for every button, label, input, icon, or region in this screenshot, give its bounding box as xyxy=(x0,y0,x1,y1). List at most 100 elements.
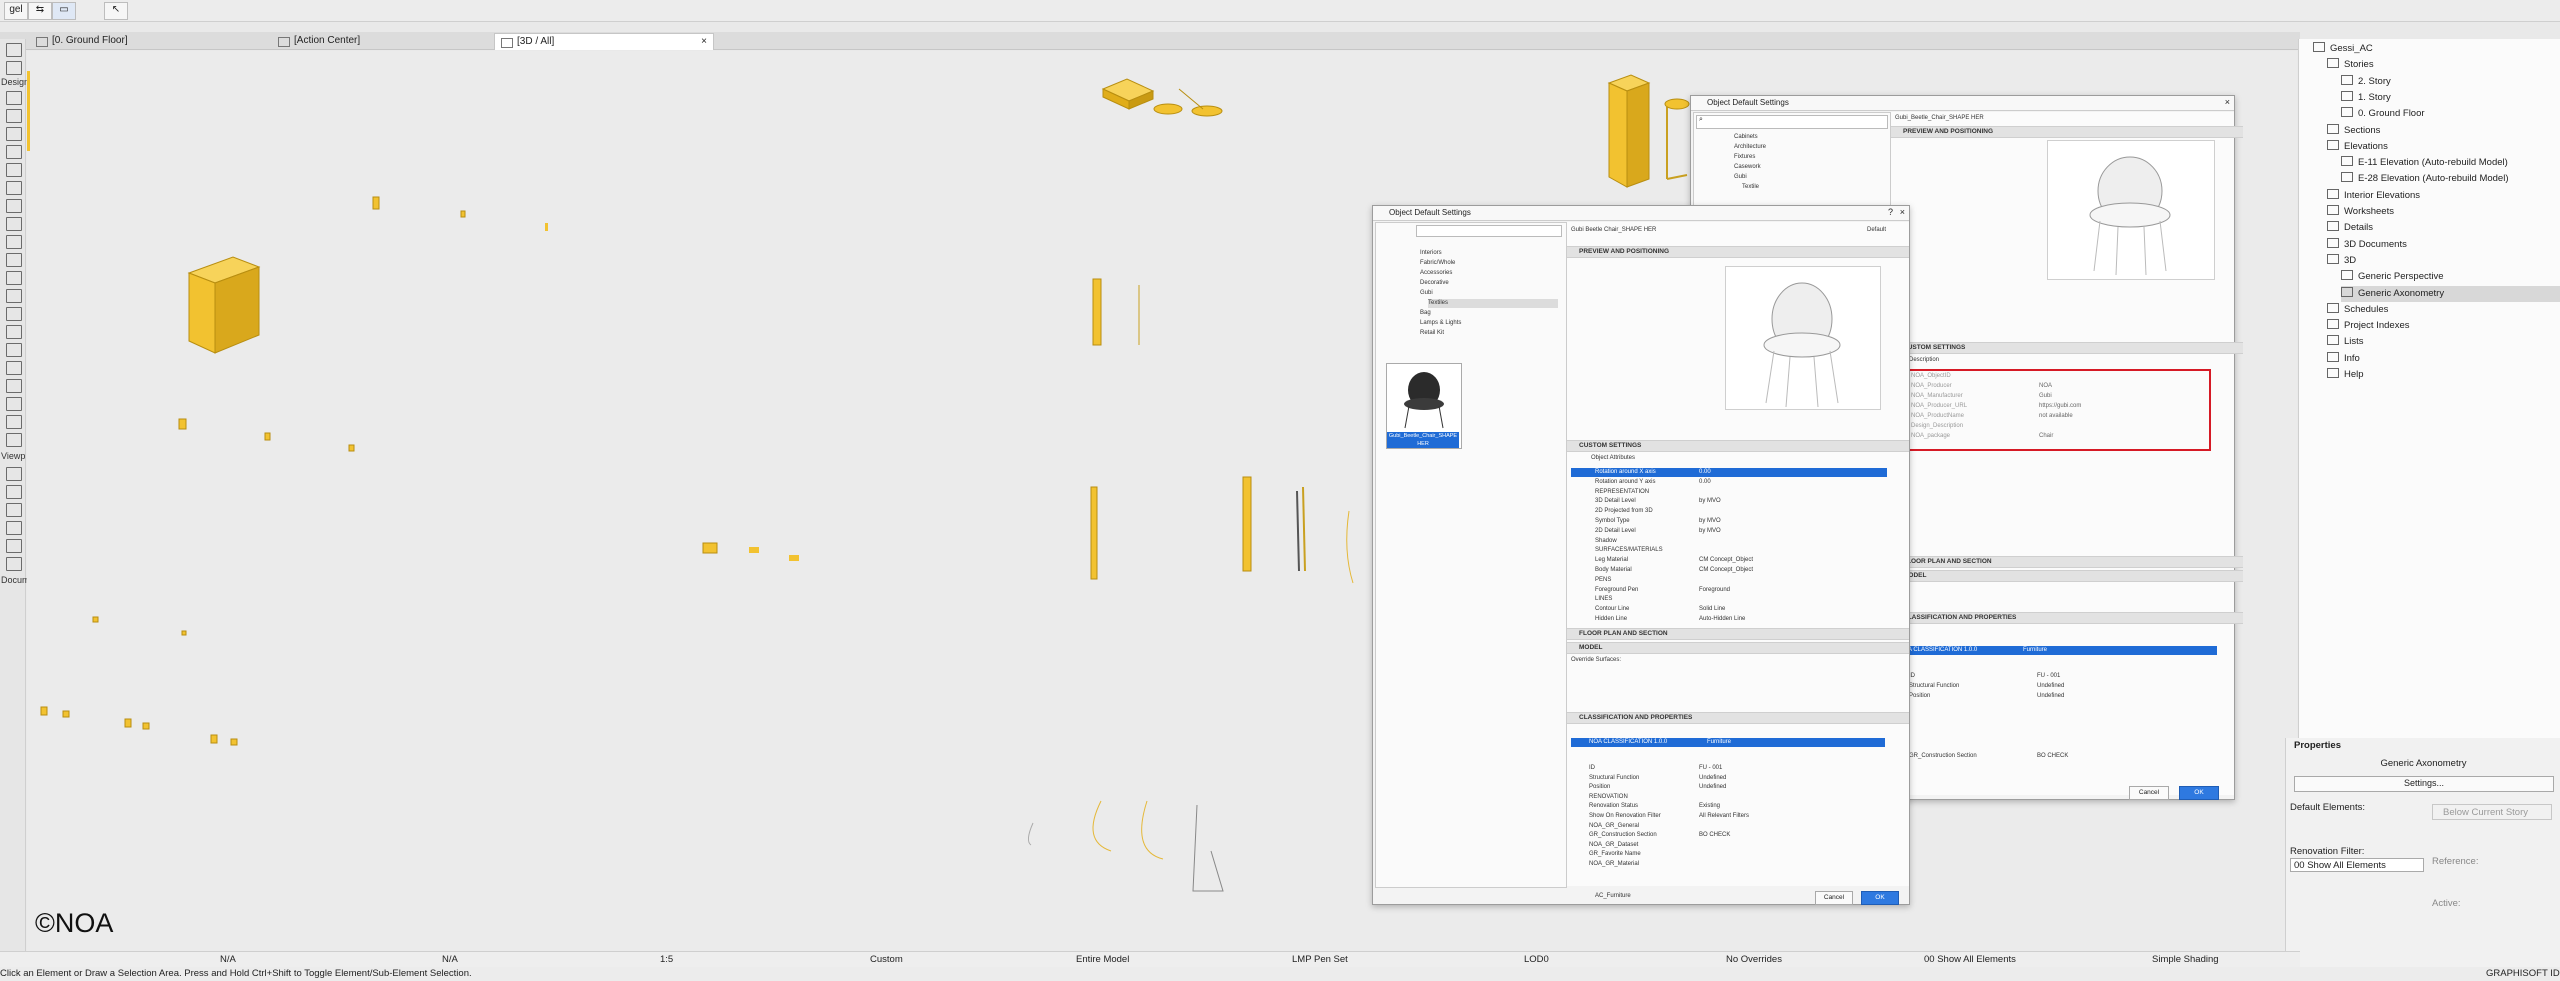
model-view[interactable]: Entire Model xyxy=(1076,954,1129,965)
navigator-item[interactable]: Elevations xyxy=(2327,139,2560,155)
navigator-item[interactable]: 3D Documents xyxy=(2327,237,2560,253)
section-preview[interactable]: PREVIEW AND POSITIONING xyxy=(1567,246,1909,258)
pen-set[interactable]: LMP Pen Set xyxy=(1292,954,1348,965)
library-item[interactable]: Retail Kit xyxy=(1420,329,1444,338)
slab-tool-icon[interactable] xyxy=(6,145,22,159)
wall-tool-icon[interactable] xyxy=(6,91,22,105)
navigator-item[interactable]: Lists xyxy=(2327,334,2560,350)
library-search-input[interactable]: ⌕ xyxy=(1696,115,1888,129)
library-item[interactable]: Textiles xyxy=(1428,299,1558,308)
library-item[interactable]: Cabinets xyxy=(1734,133,1758,142)
library-item[interactable]: Decorative xyxy=(1420,279,1449,288)
navigator-item[interactable]: Project Indexes xyxy=(2327,318,2560,334)
class-row[interactable]: Position Undefined xyxy=(1909,692,2064,701)
library-item[interactable]: Fabric/Whole xyxy=(1420,259,1455,268)
param-row[interactable]: Foreground Pen Foreground xyxy=(1571,586,1887,595)
corner-window-tool-icon[interactable] xyxy=(6,415,22,429)
detail-tool-icon[interactable] xyxy=(6,539,22,553)
param-row[interactable]: 2D Detail Level by MVO xyxy=(1571,527,1887,536)
navigator-item[interactable]: Info xyxy=(2327,351,2560,367)
library-item[interactable]: Textile xyxy=(1742,183,1759,192)
class-row[interactable]: NOA_GR_Dataset xyxy=(1589,841,1638,850)
navigator-item[interactable]: Help xyxy=(2327,367,2560,383)
class-row[interactable]: ID FU - 001 xyxy=(1589,764,1722,773)
settings-button[interactable]: Settings... xyxy=(2294,776,2554,792)
param-row[interactable]: NOA_package Chair xyxy=(1911,432,2053,441)
ok-button[interactable]: OK xyxy=(1861,891,1899,905)
section-floor-plan[interactable]: FLOOR PLAN AND SECTION xyxy=(1567,628,1909,640)
param-row[interactable]: Rotation around X axis 0.00 xyxy=(1571,468,1887,477)
navigator-item[interactable]: E-11 Elevation (Auto-rebuild Model) xyxy=(2341,155,2560,171)
door-tool-icon[interactable] xyxy=(6,217,22,231)
param-row[interactable]: Leg Material CM Concept_Object xyxy=(1571,556,1887,565)
param-row[interactable]: NOA_Producer NOA xyxy=(1911,382,2052,391)
param-row[interactable]: Shadow xyxy=(1571,537,1887,546)
railing-tool-icon[interactable] xyxy=(6,271,22,285)
layer-select[interactable]: AC_Furniture xyxy=(1595,892,1631,901)
below-story-button[interactable]: Below Current Story xyxy=(2432,804,2552,820)
renovation-filter-select[interactable]: 00 Show All Elements xyxy=(2290,858,2424,872)
shading-mode[interactable]: Simple Shading xyxy=(2152,954,2219,965)
toolbar-button-marquee[interactable]: ▭ xyxy=(52,2,76,20)
navigator-item[interactable]: Sections xyxy=(2327,123,2560,139)
library-item[interactable]: Lamps & Lights xyxy=(1420,319,1461,328)
layer-combination[interactable]: Custom xyxy=(870,954,903,965)
skylight-tool-icon[interactable] xyxy=(6,397,22,411)
library-item[interactable]: Gubi xyxy=(1734,173,1747,182)
object-tool-icon[interactable] xyxy=(6,307,22,321)
section-floor-plan[interactable]: FLOOR PLAN AND SECTION xyxy=(1891,556,2243,568)
arrow-tool-icon[interactable] xyxy=(6,43,22,57)
classification-row[interactable]: NOA CLASSIFICATION 1.0.0 Furniture xyxy=(1571,738,1885,747)
interior-elevation-tool-icon[interactable] xyxy=(6,503,22,517)
classification-row[interactable]: NOA CLASSIFICATION 1.0.0 Furniture xyxy=(1895,646,2217,655)
class-row[interactable]: GR_Favorite Name xyxy=(1589,850,1641,859)
navigator-item[interactable]: 1. Story xyxy=(2341,90,2560,106)
marquee-tool-icon[interactable] xyxy=(6,61,22,75)
param-row[interactable]: NOA_ProductName not available xyxy=(1911,412,2073,421)
status-item[interactable]: N/A xyxy=(442,954,458,965)
description-label[interactable]: Description xyxy=(1909,356,1939,365)
help-icon[interactable]: ? xyxy=(1888,207,1893,217)
worksheet-tool-icon[interactable] xyxy=(6,521,22,535)
navigator-item[interactable]: Generic Perspective xyxy=(2341,269,2560,285)
close-icon[interactable]: × xyxy=(2225,97,2230,107)
class-row[interactable]: GR_Construction Section BO CHECK xyxy=(1909,752,2068,761)
toolbar-button-gel[interactable]: gel xyxy=(4,2,28,20)
param-row[interactable]: Body Material CM Concept_Object xyxy=(1571,566,1887,575)
class-row[interactable]: GR_Construction Section BO CHECK xyxy=(1589,831,1730,840)
navigator-item[interactable]: Interior Elevations xyxy=(2327,188,2560,204)
param-row[interactable]: Rotation around Y axis 0.00 xyxy=(1571,478,1887,487)
window-tool-icon[interactable] xyxy=(6,235,22,249)
param-row[interactable]: 2D Projected from 3D xyxy=(1571,507,1887,516)
section-custom[interactable]: CUSTOM SETTINGS xyxy=(1567,440,1909,452)
opening-tool-icon[interactable] xyxy=(6,379,22,393)
navigator-item[interactable]: Stories xyxy=(2327,57,2560,73)
object-attributes-label[interactable]: Object Attributes xyxy=(1591,454,1635,463)
navigator-item[interactable]: Generic Axonometry xyxy=(2341,285,2560,302)
library-search-input[interactable] xyxy=(1416,225,1562,237)
navigator-item[interactable]: 0. Ground Floor xyxy=(2341,106,2560,122)
cancel-button[interactable]: Cancel xyxy=(1815,891,1853,905)
library-item[interactable]: Casework xyxy=(1734,163,1761,172)
beam-tool-icon[interactable] xyxy=(6,127,22,141)
param-row[interactable]: Hidden Line Auto-Hidden Line xyxy=(1571,615,1887,624)
wall-end-tool-icon[interactable] xyxy=(6,433,22,447)
param-row[interactable]: REPRESENTATION xyxy=(1571,488,1887,497)
class-row[interactable]: Position Undefined xyxy=(1589,783,1726,792)
lod-value[interactable]: LOD0 xyxy=(1524,954,1549,965)
toolbar-button-arrows[interactable]: ⇆ xyxy=(28,2,52,20)
section-custom[interactable]: CUSTOM SETTINGS xyxy=(1891,342,2243,354)
navigator-item[interactable]: Schedules xyxy=(2327,302,2560,318)
library-item[interactable]: Architecture xyxy=(1734,143,1766,152)
param-row[interactable]: SURFACES/MATERIALS xyxy=(1571,546,1887,555)
object-thumbnail[interactable]: Gubi_Beetle_Chair_SHAPE HER xyxy=(1386,363,1462,449)
close-icon[interactable]: × xyxy=(1900,207,1905,217)
curtain-wall-tool-icon[interactable] xyxy=(6,289,22,303)
graphic-override[interactable]: No Overrides xyxy=(1726,954,1782,965)
ok-button[interactable]: OK xyxy=(2179,786,2219,800)
library-item[interactable]: Bag xyxy=(1420,309,1431,318)
navigator-item[interactable]: E-28 Elevation (Auto-rebuild Model) xyxy=(2341,171,2560,187)
library-item[interactable]: Accessories xyxy=(1420,269,1452,278)
scale-value[interactable]: 1:5 xyxy=(660,954,673,965)
mesh-tool-icon[interactable] xyxy=(6,361,22,375)
